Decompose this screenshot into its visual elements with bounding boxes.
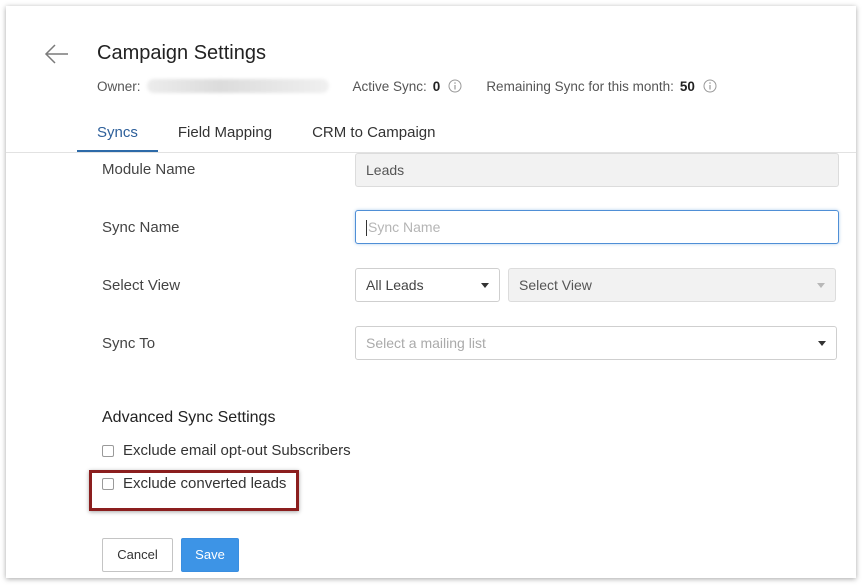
active-sync-value: 0: [432, 78, 441, 94]
sync-name-label: Sync Name: [102, 219, 180, 236]
tab-crm-to-campaign[interactable]: CRM to Campaign: [292, 114, 455, 150]
chevron-down-icon: [818, 341, 826, 346]
campaign-settings-panel: Campaign Settings Owner: Active Sync: 0 …: [6, 6, 856, 578]
info-icon[interactable]: [448, 79, 462, 93]
view-type-select[interactable]: All Leads: [355, 268, 500, 302]
chevron-down-icon: [481, 283, 489, 288]
remaining-sync-label: Remaining Sync for this month:: [486, 78, 674, 94]
cancel-button[interactable]: Cancel: [102, 538, 173, 572]
advanced-sync-settings-title: Advanced Sync Settings: [102, 409, 276, 426]
owner-value-redacted: [146, 79, 329, 93]
mailing-list-placeholder: Select a mailing list: [366, 335, 486, 351]
exclude-opt-out-checkbox[interactable]: [102, 444, 114, 457]
text-caret: [366, 220, 367, 237]
select-view-label: Select View: [102, 277, 181, 294]
tab-field-mapping[interactable]: Field Mapping: [158, 114, 292, 150]
back-arrow-icon[interactable]: [44, 42, 70, 66]
view-type-selected: All Leads: [366, 277, 424, 293]
view-select: Select View: [508, 268, 836, 302]
exclude-opt-out-label: Exclude email opt-out Subscribers: [123, 442, 351, 459]
chevron-down-icon: [817, 283, 825, 288]
module-name-field: Leads: [355, 153, 839, 187]
save-button[interactable]: Save: [181, 538, 239, 572]
page-title: Campaign Settings: [97, 42, 266, 64]
sync-to-label: Sync To: [102, 335, 156, 352]
view-select-placeholder: Select View: [519, 277, 592, 293]
info-icon[interactable]: [703, 79, 717, 93]
mailing-list-select[interactable]: Select a mailing list: [355, 326, 837, 360]
sync-meta-row: Owner: Active Sync: 0 Remaining Sync for…: [97, 77, 717, 95]
sync-name-input[interactable]: Sync Name: [355, 210, 839, 244]
exclude-opt-out-option[interactable]: Exclude email opt-out Subscribers: [102, 442, 351, 459]
remaining-sync-value: 50: [679, 78, 695, 94]
owner-label: Owner:: [97, 78, 141, 94]
module-name-label: Module Name: [102, 161, 196, 178]
highlight-annotation: [89, 470, 299, 511]
tab-syncs[interactable]: Syncs: [77, 114, 158, 153]
sync-name-placeholder: Sync Name: [368, 219, 441, 235]
active-sync-label: Active Sync:: [352, 78, 427, 94]
settings-tabs: Syncs Field Mapping CRM to Campaign: [77, 114, 455, 153]
